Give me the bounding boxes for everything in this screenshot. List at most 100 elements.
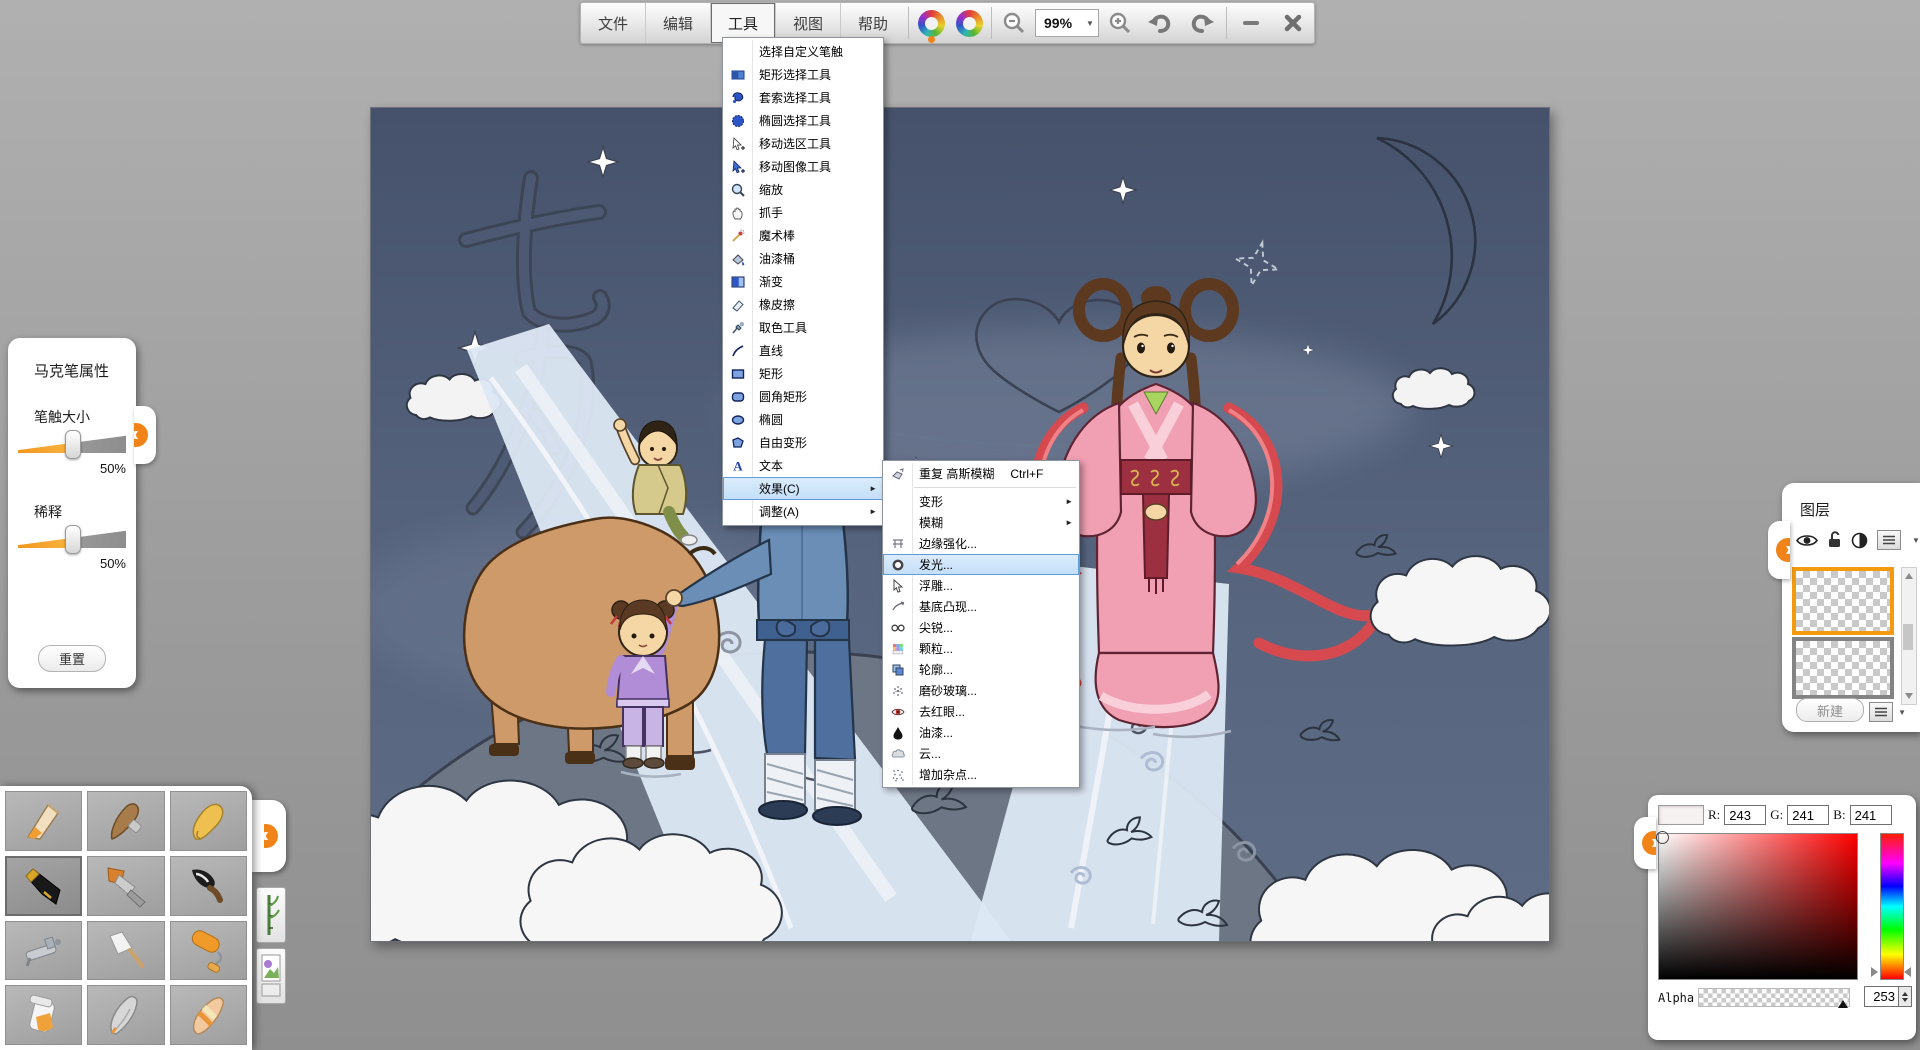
zoom-out-icon[interactable] bbox=[995, 3, 1033, 43]
r-input[interactable] bbox=[1724, 805, 1766, 825]
tools-menu-item[interactable]: 缩放 bbox=[723, 178, 883, 201]
brush-size-slider[interactable] bbox=[18, 435, 126, 453]
tools-menu-item[interactable]: 圆角矩形 bbox=[723, 385, 883, 408]
color-selector-ring[interactable] bbox=[1656, 831, 1669, 844]
slider-thumb[interactable] bbox=[65, 430, 81, 459]
tools-menu-item[interactable]: 矩形 bbox=[723, 362, 883, 385]
tools-menu-item[interactable]: 移动图像工具 bbox=[723, 155, 883, 178]
zoom-in-icon[interactable] bbox=[1101, 3, 1139, 43]
tools-menu-item[interactable]: 椭圆 bbox=[723, 408, 883, 431]
tools-menu-item[interactable]: 直线 bbox=[723, 339, 883, 362]
tool-paint-jar[interactable] bbox=[5, 985, 82, 1045]
effects-menu-item[interactable]: 重复 高斯模糊Ctrl+F bbox=[883, 463, 1079, 484]
scroll-down-icon[interactable] bbox=[1905, 693, 1913, 699]
tool-eraser[interactable] bbox=[170, 985, 247, 1045]
tools-menu-item[interactable]: 油漆桶 bbox=[723, 247, 883, 270]
tool-metal-pen[interactable] bbox=[87, 985, 164, 1045]
effects-menu-item[interactable]: 去红眼... bbox=[883, 701, 1079, 722]
toolbar-separator bbox=[908, 7, 909, 39]
new-layer-button[interactable]: 新建 bbox=[1796, 698, 1864, 722]
g-input[interactable] bbox=[1787, 805, 1829, 825]
tool-fountain-pen[interactable] bbox=[5, 856, 82, 916]
unlock-padlock-icon[interactable] bbox=[1827, 531, 1842, 549]
effects-menu-item[interactable]: 变形► bbox=[883, 491, 1079, 512]
rainbow-swirl-icon[interactable] bbox=[950, 3, 988, 43]
tools-menu-item[interactable]: 选择自定义笔触 bbox=[723, 40, 883, 63]
blend-contrast-icon[interactable] bbox=[1851, 532, 1868, 549]
effects-menu-item[interactable]: 尖锐... bbox=[883, 617, 1079, 638]
chevron-down-icon[interactable]: ▼ bbox=[1898, 708, 1906, 717]
tool-cone-pencil[interactable] bbox=[5, 791, 82, 851]
tool-marker[interactable] bbox=[170, 791, 247, 851]
hue-bar[interactable] bbox=[1880, 833, 1904, 980]
effects-menu-item[interactable]: 油漆... bbox=[883, 722, 1079, 743]
tools-menu-item[interactable]: 自由变形 bbox=[723, 431, 883, 454]
alpha-slider[interactable] bbox=[1698, 988, 1850, 1007]
effects-menu-item[interactable]: 轮廓... bbox=[883, 659, 1079, 680]
bamboo-brush-button[interactable] bbox=[256, 887, 286, 943]
effects-menu-item[interactable]: 基底凸现... bbox=[883, 596, 1079, 617]
effects-menu-item[interactable]: 磨砂玻璃... bbox=[883, 680, 1079, 701]
effects-menu-item[interactable]: 发光... bbox=[883, 554, 1079, 575]
lasso-select-icon bbox=[723, 90, 752, 106]
tool-paint-roller[interactable] bbox=[170, 921, 247, 981]
minimize-icon[interactable] bbox=[1230, 3, 1272, 43]
tools-menu-item[interactable]: 橡皮擦 bbox=[723, 293, 883, 316]
tools-menu-item[interactable]: 抓手 bbox=[723, 201, 883, 224]
reset-button[interactable]: 重置 bbox=[38, 645, 106, 672]
effects-menu-item[interactable]: 增加杂点... bbox=[883, 764, 1079, 785]
tools-menu-item[interactable]: A文本 bbox=[723, 454, 883, 477]
tool-palette-knife[interactable] bbox=[87, 921, 164, 981]
chevron-down-icon[interactable]: ▼ bbox=[1912, 536, 1920, 545]
menu-edit[interactable]: 编辑 bbox=[645, 3, 710, 43]
layers-options-button[interactable] bbox=[1869, 702, 1893, 722]
hue-marker-left[interactable] bbox=[1871, 967, 1878, 977]
redo-icon[interactable] bbox=[1181, 3, 1223, 43]
scrollbar-thumb[interactable] bbox=[1903, 624, 1913, 650]
panel-handle[interactable] bbox=[1768, 521, 1790, 579]
b-label: B: bbox=[1833, 807, 1845, 823]
close-icon[interactable] bbox=[1272, 3, 1314, 43]
b-input[interactable] bbox=[1850, 805, 1892, 825]
tools-menu-item[interactable]: 调整(A)► bbox=[723, 500, 883, 523]
visibility-eye-icon[interactable] bbox=[1796, 533, 1818, 548]
effects-menu-item[interactable]: 浮雕... bbox=[883, 575, 1079, 596]
alpha-spinner[interactable] bbox=[1898, 986, 1912, 1007]
saturation-value-field[interactable] bbox=[1658, 833, 1858, 980]
effects-menu-item[interactable]: 模糊► bbox=[883, 512, 1079, 533]
tools-menu-item[interactable]: 魔术棒 bbox=[723, 224, 883, 247]
dilution-slider[interactable] bbox=[18, 530, 126, 548]
tools-menu-item[interactable]: 移动选区工具 bbox=[723, 132, 883, 155]
tools-menu-item[interactable]: 渐变 bbox=[723, 270, 883, 293]
tool-paintbrush[interactable] bbox=[87, 856, 164, 916]
menu-item-shortcut: Ctrl+F bbox=[1010, 467, 1043, 481]
layer-item-selected[interactable] bbox=[1792, 567, 1894, 635]
hue-marker-right[interactable] bbox=[1904, 967, 1911, 977]
effects-menu-item[interactable]: 颗粒... bbox=[883, 638, 1079, 659]
zoom-level-select[interactable]: 99% ▼ bbox=[1035, 9, 1099, 37]
tool-ink-brush[interactable] bbox=[170, 856, 247, 916]
scroll-up-icon[interactable] bbox=[1905, 573, 1913, 579]
undo-icon[interactable] bbox=[1139, 3, 1181, 43]
slider-thumb[interactable] bbox=[65, 525, 81, 554]
tool-grid-tab[interactable] bbox=[252, 800, 286, 872]
layers-scrollbar[interactable] bbox=[1901, 567, 1917, 705]
tools-menu-item[interactable]: 矩形选择工具 bbox=[723, 63, 883, 86]
effects-menu-item[interactable]: 边缘强化... bbox=[883, 533, 1079, 554]
tools-menu-item[interactable]: 套索选择工具 bbox=[723, 86, 883, 109]
tools-menu-item[interactable]: 椭圆选择工具 bbox=[723, 109, 883, 132]
layer-item[interactable] bbox=[1792, 637, 1894, 699]
tool-airbrush[interactable] bbox=[5, 921, 82, 981]
sticker-button[interactable] bbox=[256, 948, 286, 1004]
panel-handle[interactable] bbox=[1634, 817, 1656, 869]
alpha-marker[interactable] bbox=[1838, 1000, 1848, 1008]
rainbow-figure-icon[interactable] bbox=[912, 3, 950, 43]
menu-file[interactable]: 文件 bbox=[581, 3, 645, 43]
layer-menu-button[interactable] bbox=[1877, 530, 1901, 550]
tools-menu-item[interactable]: 取色工具 bbox=[723, 316, 883, 339]
tools-menu-item[interactable]: 效果(C)► bbox=[723, 477, 883, 500]
alpha-input[interactable] bbox=[1864, 986, 1898, 1007]
effects-menu-item[interactable]: 云... bbox=[883, 743, 1079, 764]
panel-handle[interactable] bbox=[134, 406, 156, 464]
tool-wood-pencil[interactable] bbox=[87, 791, 164, 851]
